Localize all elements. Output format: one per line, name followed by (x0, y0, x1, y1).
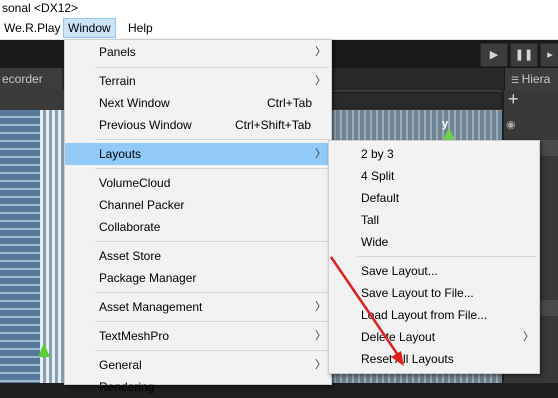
menu-item-next-window[interactable]: Next Window Ctrl+Tab (65, 92, 331, 114)
window-title: sonal <DX12> (2, 1, 79, 15)
menu-separator (95, 241, 329, 242)
eye-icon[interactable]: ◉ (506, 118, 516, 131)
menu-item-label: Asset Management (99, 300, 203, 314)
submenu-arrow-icon: 〉 (315, 330, 326, 342)
menu-item-label: Reset All Layouts (361, 352, 454, 366)
menu-item-volumecloud[interactable]: VolumeCloud (65, 172, 331, 194)
tab-recorder[interactable]: ecorder (0, 68, 62, 90)
menu-separator (95, 292, 329, 293)
menu-item-collaborate[interactable]: Collaborate (65, 216, 331, 238)
layout-item-load-from-file[interactable]: Load Layout from File... (329, 304, 539, 326)
menu-item-label: Rendering (99, 380, 155, 394)
submenu-arrow-icon: 〉 (315, 46, 326, 58)
submenu-arrow-icon: 〉 (315, 359, 326, 371)
menu-item-rendering[interactable]: Rendering (65, 376, 331, 398)
scene-search-field[interactable] (330, 92, 502, 109)
layout-item-reset-all-layouts[interactable]: Reset All Layouts (329, 348, 539, 370)
menu-item-label: Wide (361, 235, 389, 249)
menu-item-label: Terrain (99, 74, 136, 88)
menu-item-shortcut: Ctrl+Tab (267, 96, 313, 110)
menu-separator (95, 139, 329, 140)
menu-window[interactable]: Window (63, 18, 116, 38)
hierarchy-add-button[interactable]: + (508, 90, 519, 108)
tab-hierarchy[interactable]: ☰ Hiera (504, 68, 558, 90)
menu-item-label: General (99, 358, 142, 372)
layout-item-default[interactable]: Default (329, 187, 539, 209)
layout-item-4-split[interactable]: 4 Split (329, 165, 539, 187)
hierarchy-row[interactable] (540, 300, 558, 316)
submenu-arrow-icon: 〉 (315, 301, 326, 313)
menu-item-label: 2 by 3 (361, 147, 394, 161)
menu-item-label: Load Layout from File... (361, 308, 488, 322)
layouts-submenu: 2 by 3 4 Split Default Tall Wide Save La… (328, 140, 540, 374)
hierarchy-row[interactable] (540, 140, 558, 156)
menu-item-label: Panels (99, 45, 136, 59)
menu-item-terrain[interactable]: Terrain 〉 (65, 70, 331, 92)
hierarchy-icon: ☰ (511, 75, 522, 85)
menu-item-label: Previous Window (99, 118, 192, 132)
menu-item-label: 4 Split (361, 169, 395, 183)
menu-separator (95, 321, 329, 322)
window-menu: Panels 〉 Terrain 〉 Next Window Ctrl+Tab … (64, 39, 332, 394)
menu-item-label: Save Layout... (361, 264, 438, 278)
scene-building (0, 110, 40, 383)
layout-item-wide[interactable]: Wide (329, 231, 539, 253)
menu-item-label: Default (361, 191, 400, 205)
menu-item-textmeshpro[interactable]: TextMeshPro 〉 (65, 325, 331, 347)
submenu-arrow-icon: 〉 (315, 75, 326, 87)
submenu-arrow-icon: 〉 (523, 331, 534, 343)
layout-item-2-by-3[interactable]: 2 by 3 (329, 143, 539, 165)
menu-help[interactable]: Help (124, 19, 157, 37)
menu-item-label: Layouts (99, 147, 142, 161)
window-title-bar: sonal <DX12> (0, 0, 558, 18)
menu-item-label: Channel Packer (99, 198, 185, 212)
menu-separator (95, 168, 329, 169)
menu-item-previous-window[interactable]: Previous Window Ctrl+Shift+Tab (65, 114, 331, 136)
menu-item-channel-packer[interactable]: Channel Packer (65, 194, 331, 216)
menu-bar: We.R.Play Window Help (0, 18, 558, 40)
layout-item-save-to-file[interactable]: Save Layout to File... (329, 282, 539, 304)
menu-item-layouts[interactable]: Layouts 〉 (65, 143, 331, 165)
menu-item-general[interactable]: General 〉 (65, 354, 331, 376)
menu-item-label: Collaborate (99, 220, 161, 234)
menu-we-r-play[interactable]: We.R.Play (0, 19, 64, 37)
menu-separator (95, 67, 329, 68)
tab-hierarchy-label: Hiera (521, 72, 551, 86)
menu-item-label: Asset Store (99, 249, 162, 263)
play-button[interactable]: ▶ (480, 43, 508, 67)
menu-item-label: Save Layout to File... (361, 286, 474, 300)
menu-separator (95, 350, 329, 351)
menu-item-asset-management[interactable]: Asset Management 〉 (65, 296, 331, 318)
menu-item-label: VolumeCloud (99, 176, 171, 190)
menu-item-panels[interactable]: Panels 〉 (65, 41, 331, 63)
transform-handle-icon[interactable] (38, 343, 50, 357)
menu-item-label: Tall (361, 213, 380, 227)
layout-item-delete-layout[interactable]: Delete Layout 〉 (329, 326, 539, 348)
pause-button[interactable]: ❚❚ (510, 43, 538, 67)
gizmo-y-axis-icon[interactable] (443, 128, 455, 140)
menu-item-shortcut: Ctrl+Shift+Tab (235, 118, 312, 132)
menu-item-package-manager[interactable]: Package Manager (65, 267, 331, 289)
layout-item-tall[interactable]: Tall (329, 209, 539, 231)
menu-item-label: TextMeshPro (99, 329, 170, 343)
menu-item-asset-store[interactable]: Asset Store (65, 245, 331, 267)
submenu-arrow-icon: 〉 (315, 148, 326, 160)
menu-item-label: Delete Layout (361, 330, 436, 344)
layout-item-save-layout[interactable]: Save Layout... (329, 260, 539, 282)
menu-item-label: Package Manager (99, 271, 197, 285)
menu-item-label: Next Window (99, 96, 170, 110)
step-button[interactable]: ▸ (540, 43, 558, 67)
menu-separator (357, 256, 537, 257)
